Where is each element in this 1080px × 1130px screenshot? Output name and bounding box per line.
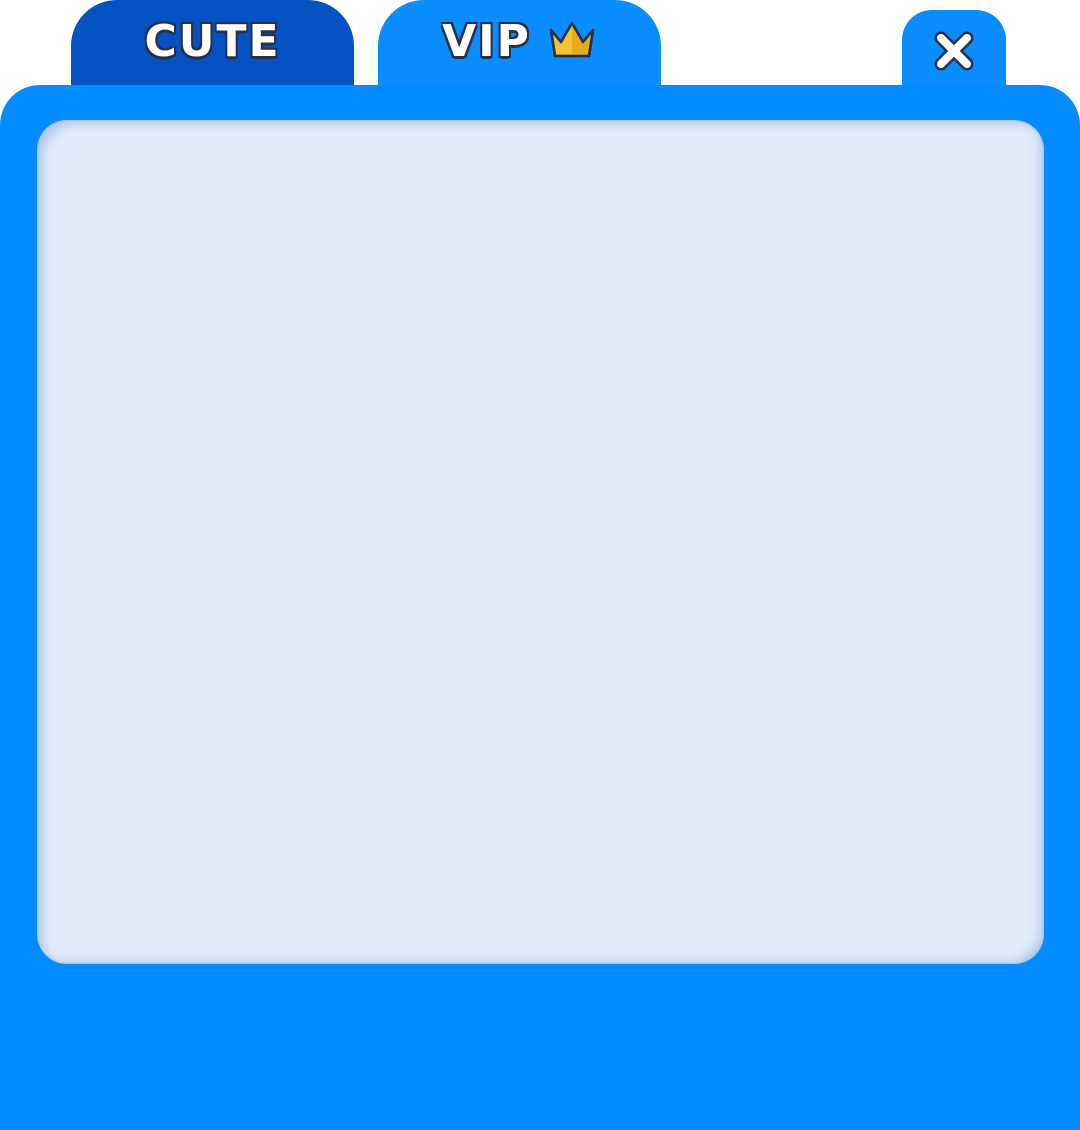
content-area — [37, 120, 1044, 964]
dialog-window: CUTE VIP — [0, 0, 1080, 1130]
close-icon — [934, 31, 974, 71]
tab-vip-label: VIP — [442, 16, 531, 67]
main-panel — [0, 85, 1080, 1130]
tab-cute-label: CUTE — [144, 16, 281, 67]
crown-icon — [549, 21, 595, 58]
